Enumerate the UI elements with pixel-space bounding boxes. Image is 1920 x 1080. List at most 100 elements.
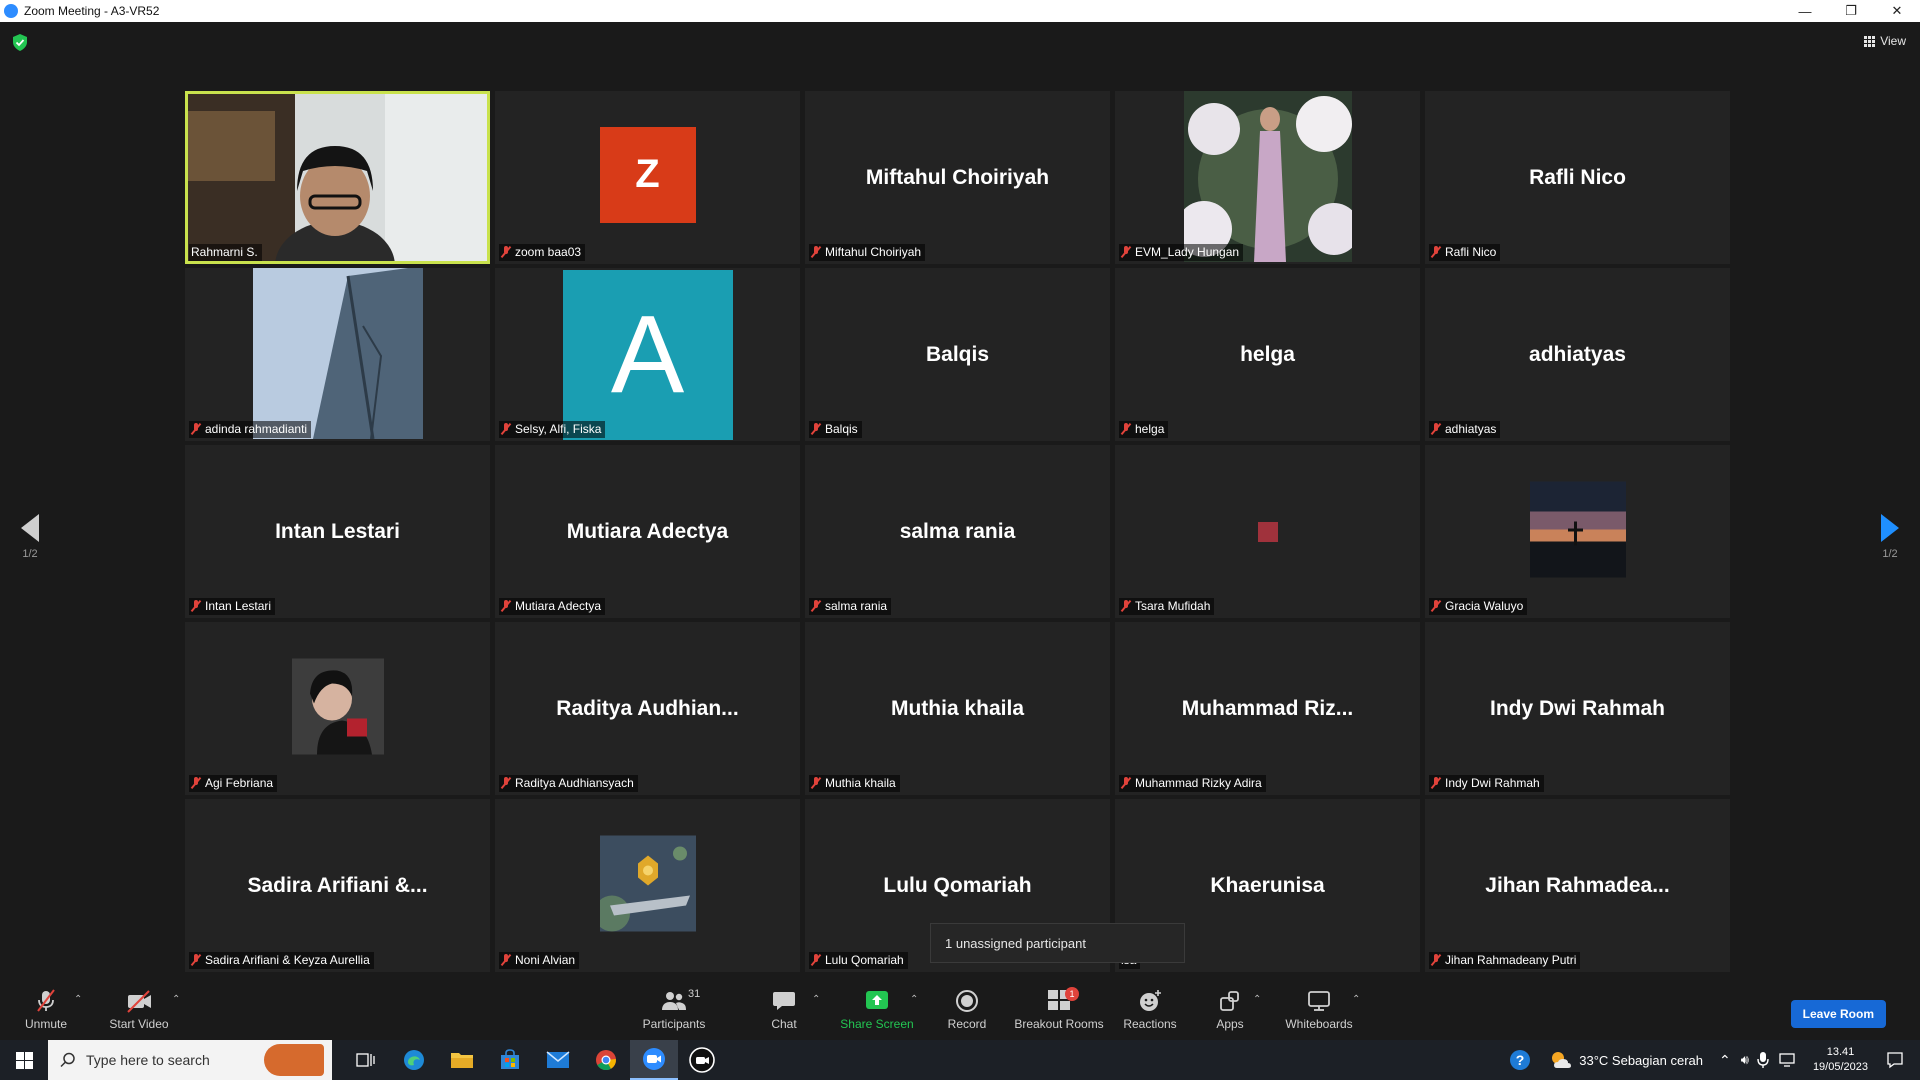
participant-display-name: Mutiara Adectya bbox=[566, 519, 729, 543]
participant-tile[interactable]: adhiatyas adhiatyas bbox=[1425, 268, 1730, 441]
task-view-button[interactable] bbox=[342, 1040, 390, 1080]
share-options-chevron-icon[interactable]: ⌃ bbox=[910, 994, 918, 1005]
video-app-button[interactable] bbox=[678, 1040, 726, 1080]
participant-tile[interactable]: Mutiara Adectya Mutiara Adectya bbox=[495, 445, 800, 618]
participant-name-label: Muthia khaila bbox=[809, 775, 900, 792]
show-hidden-icons-chevron-icon[interactable]: ⌃ bbox=[1719, 1052, 1731, 1069]
participant-name: Selsy, Alfi, Fiska bbox=[515, 422, 602, 436]
start-video-button[interactable]: Start Video bbox=[102, 988, 176, 1031]
folder-icon bbox=[451, 1053, 473, 1068]
participant-name: zoom baa03 bbox=[515, 245, 582, 259]
space-telescope-photo bbox=[593, 835, 696, 931]
muted-microphone-icon bbox=[501, 600, 511, 612]
minimize-button[interactable]: — bbox=[1782, 0, 1828, 22]
participant-display-name: Muhammad Riz... bbox=[1181, 696, 1354, 720]
file-explorer-button[interactable] bbox=[438, 1040, 486, 1080]
chat-options-chevron-icon[interactable]: ⌃ bbox=[812, 994, 820, 1005]
participant-tile[interactable]: Zzoom baa03 bbox=[495, 91, 800, 264]
help-icon[interactable]: ? bbox=[1509, 1049, 1531, 1071]
record-icon bbox=[956, 990, 978, 1012]
mail-button[interactable] bbox=[534, 1040, 582, 1080]
participant-tile[interactable]: EVM_Lady Hungan bbox=[1115, 91, 1420, 264]
participant-tile[interactable]: adinda rahmadianti bbox=[185, 268, 490, 441]
close-button[interactable]: ✕ bbox=[1874, 0, 1920, 22]
participant-name: Intan Lestari bbox=[205, 599, 272, 613]
leave-room-button[interactable]: Leave Room bbox=[1790, 1000, 1886, 1028]
reactions-button[interactable]: Reactions bbox=[1122, 988, 1178, 1031]
whiteboards-button[interactable]: Whiteboards bbox=[1282, 988, 1356, 1031]
muted-microphone-icon bbox=[191, 600, 201, 612]
search-highlight-illustration bbox=[264, 1044, 324, 1076]
whiteboards-options-chevron-icon[interactable]: ⌃ bbox=[1352, 994, 1360, 1005]
participant-tile[interactable]: Muhammad Riz... Muhammad Rizky Adira bbox=[1115, 622, 1420, 795]
participant-tile[interactable]: Indy Dwi Rahmah Indy Dwi Rahmah bbox=[1425, 622, 1730, 795]
video-off-icon bbox=[127, 990, 151, 1013]
participant-tile[interactable]: Rahmarni S. bbox=[185, 91, 490, 264]
unmute-button[interactable]: Unmute bbox=[16, 988, 76, 1031]
participant-name: Muthia khaila bbox=[825, 776, 896, 790]
share-screen-button[interactable]: Share Screen bbox=[838, 988, 916, 1031]
video-app-icon bbox=[689, 1047, 715, 1073]
windows-start-button[interactable] bbox=[0, 1040, 48, 1080]
audio-options-chevron-icon[interactable]: ⌃ bbox=[74, 994, 82, 1005]
weather-text[interactable]: 33°C Sebagian cerah bbox=[1579, 1053, 1703, 1068]
participant-name-label: Raditya Audhiansyach bbox=[499, 775, 638, 792]
security-shield-icon[interactable] bbox=[12, 34, 28, 51]
apps-button[interactable]: Apps bbox=[1214, 988, 1246, 1031]
participant-name: adhiatyas bbox=[1445, 422, 1497, 436]
network-icon[interactable] bbox=[1779, 1052, 1797, 1068]
edge-browser-button[interactable] bbox=[390, 1040, 438, 1080]
zoom-taskbar-button[interactable] bbox=[630, 1040, 678, 1080]
participant-profile-image bbox=[291, 658, 384, 759]
record-button[interactable]: Record bbox=[944, 988, 990, 1031]
windows-taskbar: Type here to search ? 33°C Sebagian cera… bbox=[0, 1040, 1920, 1080]
participant-gallery: Rahmarni S. Zzoom baa03 Miftahul Choiriyah… bbox=[185, 91, 1730, 972]
participant-tile[interactable]: Noni Alvian bbox=[495, 799, 800, 972]
restore-button[interactable]: ❐ bbox=[1828, 0, 1874, 22]
chat-button[interactable]: Chat bbox=[764, 988, 804, 1031]
muted-microphone-icon bbox=[1121, 423, 1131, 435]
participant-tile[interactable]: Agi Febriana bbox=[185, 622, 490, 795]
participant-name: Mutiara Adectya bbox=[515, 599, 602, 613]
participant-tile[interactable]: Balqis Balqis bbox=[805, 268, 1110, 441]
view-button[interactable]: View bbox=[1864, 34, 1906, 48]
volume-icon[interactable]: 🔊︎ bbox=[1741, 1052, 1749, 1068]
participant-tile[interactable]: Miftahul Choiriyah Miftahul Choiriyah bbox=[805, 91, 1110, 264]
participant-tile[interactable]: Raditya Audhian... Raditya Audhiansyach bbox=[495, 622, 800, 795]
system-tray: ? 33°C Sebagian cerah ⌃ 🔊︎ 13.41 19/05/2… bbox=[1509, 1040, 1920, 1080]
participant-name-label: Indy Dwi Rahmah bbox=[1429, 775, 1544, 792]
breakout-rooms-button[interactable]: 1 Breakout Rooms bbox=[1014, 986, 1104, 1031]
chrome-icon bbox=[596, 1050, 616, 1071]
participant-tile[interactable]: salma rania salma rania bbox=[805, 445, 1110, 618]
microphone-tray-icon[interactable] bbox=[1757, 1051, 1769, 1069]
participant-tile[interactable]: Gracia Waluyo bbox=[1425, 445, 1730, 618]
participant-tile[interactable]: Sadira Arifiani &... Sadira Arifiani & Ke… bbox=[185, 799, 490, 972]
participant-tile[interactable]: Intan Lestari Intan Lestari bbox=[185, 445, 490, 618]
participant-tile[interactable]: Rafli Nico Rafli Nico bbox=[1425, 91, 1730, 264]
participant-name-label: Tsara Mufidah bbox=[1119, 598, 1215, 615]
next-page-button[interactable]: 1/2 bbox=[1870, 514, 1910, 560]
notifications-icon[interactable] bbox=[1886, 1051, 1904, 1069]
participant-tile[interactable]: Muthia khaila Muthia khaila bbox=[805, 622, 1110, 795]
zoom-logo-icon bbox=[4, 4, 18, 18]
muted-microphone-icon bbox=[1431, 954, 1441, 966]
apps-label: Apps bbox=[1216, 1017, 1244, 1031]
previous-page-button[interactable]: 1/2 bbox=[10, 514, 50, 560]
page-indicator-left: 1/2 bbox=[22, 548, 38, 560]
apps-options-chevron-icon[interactable]: ⌃ bbox=[1253, 994, 1261, 1005]
participant-tile[interactable]: helga helga bbox=[1115, 268, 1420, 441]
participant-display-name: Jihan Rahmadea... bbox=[1485, 873, 1670, 897]
participant-name: Rahmarni S. bbox=[191, 245, 258, 259]
weather-sun-cloud-icon bbox=[1552, 1052, 1572, 1068]
window-controls: — ❐ ✕ bbox=[1782, 0, 1920, 22]
clock[interactable]: 13.41 19/05/2023 bbox=[1803, 1045, 1878, 1075]
participant-name-label: Agi Febriana bbox=[189, 775, 278, 792]
participant-tile[interactable]: Jihan Rahmadea... Jihan Rahmadeany Putri bbox=[1425, 799, 1730, 972]
video-options-chevron-icon[interactable]: ⌃ bbox=[172, 994, 180, 1005]
participant-tile[interactable]: Tsara Mufidah bbox=[1115, 445, 1420, 618]
participant-tile[interactable]: A Selsy, Alfi, Fiska bbox=[495, 268, 800, 441]
taskbar-search-box[interactable]: Type here to search bbox=[48, 1040, 332, 1080]
chrome-button[interactable] bbox=[582, 1040, 630, 1080]
microsoft-store-button[interactable] bbox=[486, 1040, 534, 1080]
participants-button[interactable]: 31 Participants bbox=[636, 988, 712, 1031]
